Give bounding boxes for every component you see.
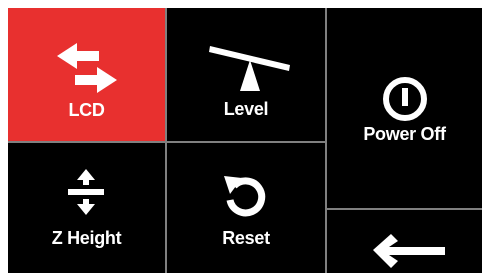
level-button[interactable]: Level — [167, 8, 325, 141]
reset-button[interactable]: Reset — [167, 143, 325, 273]
menu-screen: LCD Level Power Off Z Height Reset — [8, 8, 482, 273]
reset-label: Reset — [222, 228, 270, 248]
swap-arrows-icon — [57, 43, 117, 93]
z-height-icon — [68, 169, 104, 215]
lcd-label: LCD — [68, 100, 105, 120]
level-icon — [209, 46, 290, 91]
back-arrow-icon — [373, 234, 445, 268]
power-off-label: Power Off — [363, 124, 446, 144]
level-label: Level — [223, 99, 269, 119]
lcd-button[interactable]: LCD — [8, 8, 165, 141]
back-button[interactable] — [327, 210, 482, 273]
reset-icon — [224, 176, 266, 217]
z-height-label: Z Height — [51, 228, 122, 248]
z-height-button[interactable]: Z Height — [8, 143, 165, 273]
power-icon — [383, 77, 427, 121]
power-off-button[interactable]: Power Off — [327, 8, 482, 208]
